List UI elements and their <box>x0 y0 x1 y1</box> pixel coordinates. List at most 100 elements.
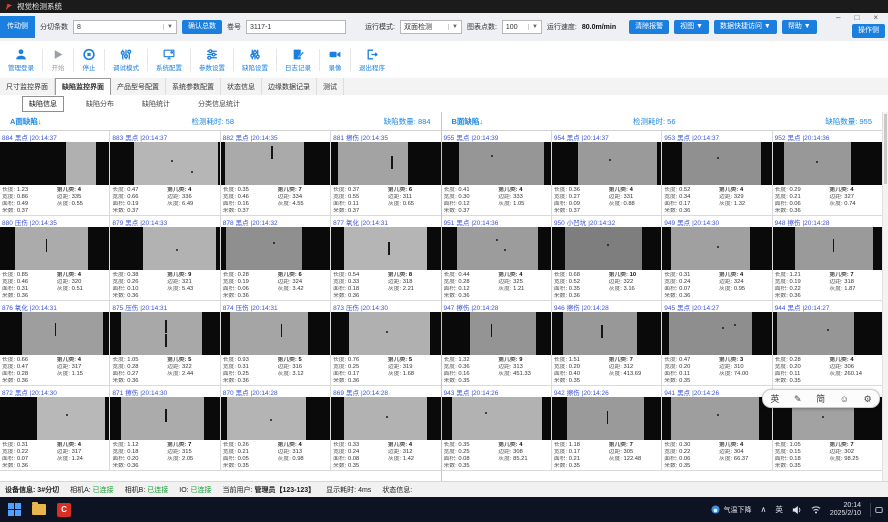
defect-cell[interactable]: 883黑点|20:14:37 长度: 0.47宽度: 0.66面积: 0.19米… <box>110 131 219 215</box>
defect-cell[interactable]: 875压伤|20:14:31 长度: 1.05宽度: 0.28面积: 0.27米… <box>110 301 219 385</box>
tab-6[interactable]: 测试 <box>317 78 344 95</box>
operator-side-button[interactable]: 操作侧 <box>852 24 885 38</box>
defect-thumbnail[interactable] <box>442 397 551 440</box>
defect-cell[interactable]: 877氧化|20:14:31 长度: 0.54宽度: 0.33面积: 0.18米… <box>331 216 440 300</box>
start-button[interactable] <box>5 501 23 519</box>
defect-thumbnail[interactable] <box>773 227 882 270</box>
action-play[interactable]: 开始 <box>43 48 73 72</box>
view-menu-button[interactable]: 视图 ▼ <box>674 20 709 34</box>
defect-cell[interactable]: 944黑点|20:14:27 长度: 0.28宽度: 0.20面积: 0.11米… <box>773 301 882 385</box>
ime-simplified-toggle[interactable]: 简 <box>816 394 825 404</box>
defect-thumbnail[interactable] <box>331 397 440 440</box>
defect-cell[interactable]: 943黑点|20:14:26 长度: 0.35宽度: 0.25面积: 0.08米… <box>442 386 551 470</box>
defect-thumbnail[interactable] <box>662 312 771 355</box>
defect-cell[interactable]: 882黑点|20:14:35 长度: 0.35宽度: 0.46面积: 0.16米… <box>221 131 330 215</box>
defect-cell[interactable]: 949黑点|20:14:30 长度: 0.31宽度: 0.24面积: 0.07米… <box>662 216 771 300</box>
ime-pen-icon[interactable]: ✎ <box>794 394 802 404</box>
action-system-config[interactable]: 系统配置 <box>148 48 190 72</box>
defect-thumbnail[interactable] <box>331 142 440 185</box>
defect-thumbnail[interactable] <box>331 227 440 270</box>
action-exit[interactable]: 退出程序 <box>351 48 393 72</box>
defect-cell[interactable]: 947擦伤|20:14:28 长度: 1.32宽度: 0.36面积: 0.16米… <box>442 301 551 385</box>
defect-thumbnail[interactable] <box>0 397 109 440</box>
action-user[interactable]: 管理登录 <box>0 48 42 72</box>
tray-expand-caret[interactable]: ∧ <box>760 505 766 514</box>
defect-cell[interactable]: 941黑点|20:14:26 长度: 0.30宽度: 0.22面积: 0.06米… <box>662 386 771 470</box>
minimize-button[interactable]: – <box>836 14 840 22</box>
close-button[interactable]: × <box>873 14 878 22</box>
defect-cell[interactable]: 954黑点|20:14:37 长度: 0.36宽度: 0.27面积: 0.09米… <box>552 131 661 215</box>
defect-thumbnail[interactable] <box>662 142 771 185</box>
strip-count-select[interactable]: 8 ▼ <box>73 20 177 34</box>
ime-settings-icon[interactable]: ⚙ <box>864 394 872 404</box>
action-debug[interactable]: 调试模式 <box>105 48 147 72</box>
defect-thumbnail[interactable] <box>552 397 661 440</box>
subtab-3[interactable]: 分类信息统计 <box>192 97 246 111</box>
defect-cell[interactable]: 950小凹坑|20:14:32 长度: 0.68宽度: 0.52面积: 0.35… <box>552 216 661 300</box>
defect-cell[interactable]: 873压伤|20:14:30 长度: 0.76宽度: 0.25面积: 0.17米… <box>331 301 440 385</box>
defect-cell[interactable]: 870黑点|20:14:28 长度: 0.26宽度: 0.21面积: 0.05米… <box>221 386 330 470</box>
defect-thumbnail[interactable] <box>110 227 219 270</box>
defect-thumbnail[interactable] <box>442 312 551 355</box>
defect-thumbnail[interactable] <box>442 227 551 270</box>
defect-thumbnail[interactable] <box>110 312 219 355</box>
maximize-button[interactable]: □ <box>854 14 859 22</box>
defect-thumbnail[interactable] <box>221 312 330 355</box>
weather-widget[interactable]: 气温下降 <box>711 505 751 515</box>
defect-cell[interactable]: 872黑点|20:14:30 长度: 0.31宽度: 0.22面积: 0.07米… <box>0 386 109 470</box>
defect-thumbnail[interactable] <box>552 312 661 355</box>
network-icon[interactable] <box>811 505 821 515</box>
defect-cell[interactable]: 952黑点|20:14:36 长度: 0.29宽度: 0.21面积: 0.06米… <box>773 131 882 215</box>
ime-emoji-icon[interactable]: ☺ <box>840 394 849 404</box>
roll-number-input[interactable]: 3117-1 <box>246 20 346 34</box>
defect-thumbnail[interactable] <box>331 312 440 355</box>
tab-3[interactable]: 系统参数配置 <box>166 78 221 95</box>
defect-cell[interactable]: 878黑点|20:14:32 长度: 0.28宽度: 0.19面积: 0.06米… <box>221 216 330 300</box>
quick-access-menu-button[interactable]: 数据快捷访问 ▼ <box>714 20 777 34</box>
defect-thumbnail[interactable] <box>773 312 882 355</box>
run-mode-select[interactable]: 双面检测 ▼ <box>400 20 462 34</box>
ime-language-indicator[interactable]: 英 <box>775 504 783 515</box>
action-stop[interactable]: 停止 <box>74 48 104 72</box>
defect-thumbnail[interactable] <box>662 227 771 270</box>
subtab-1[interactable]: 缺陷分布 <box>80 97 120 111</box>
defect-cell[interactable]: 884黑点|20:14:37 长度: 1.23宽度: 0.86面积: 0.49米… <box>0 131 109 215</box>
defect-cell[interactable]: 951黑点|20:14:36 长度: 0.44宽度: 0.28面积: 0.12米… <box>442 216 551 300</box>
tab-4[interactable]: 状态信息 <box>221 78 262 95</box>
tab-1[interactable]: 缺陷监控界面 <box>55 78 111 96</box>
defect-thumbnail[interactable] <box>221 397 330 440</box>
defect-thumbnail[interactable] <box>662 397 771 440</box>
chart-points-select[interactable]: 100 ▼ <box>502 20 542 34</box>
defect-thumbnail[interactable] <box>773 142 882 185</box>
defect-thumbnail[interactable] <box>221 227 330 270</box>
help-menu-button[interactable]: 帮助 ▼ <box>782 20 817 34</box>
defect-thumbnail[interactable] <box>110 397 219 440</box>
speaker-icon[interactable] <box>792 505 802 515</box>
defect-cell[interactable]: 874压伤|20:14:31 长度: 0.93宽度: 0.31面积: 0.25米… <box>221 301 330 385</box>
defect-cell[interactable]: 946擦伤|20:14:28 长度: 1.51宽度: 0.20面积: 0.40米… <box>552 301 661 385</box>
defect-thumbnail[interactable] <box>0 142 109 185</box>
clear-alarm-button[interactable]: 清除报警 <box>629 20 669 34</box>
defect-cell[interactable]: 945黑点|20:14:27 长度: 0.47宽度: 0.20面积: 0.11米… <box>662 301 771 385</box>
defect-thumbnail[interactable] <box>0 312 109 355</box>
file-explorer-button[interactable] <box>30 501 48 519</box>
tab-0[interactable]: 尺寸监控界面 <box>0 78 55 95</box>
defect-thumbnail[interactable] <box>0 227 109 270</box>
subtab-2[interactable]: 缺陷统计 <box>136 97 176 111</box>
defect-cell[interactable]: 869黑点|20:14:28 长度: 0.33宽度: 0.24面积: 0.08米… <box>331 386 440 470</box>
app-taskbar-button[interactable]: C <box>55 501 73 519</box>
action-defect-settings[interactable]: 缺陷设置 <box>234 48 276 72</box>
defect-cell[interactable]: 879黑点|20:14:33 长度: 0.38宽度: 0.26面积: 0.10米… <box>110 216 219 300</box>
taskbar-clock[interactable]: 20:14 2025/2/10 <box>830 502 861 518</box>
action-params[interactable]: 参数设置 <box>191 48 233 72</box>
action-record[interactable]: 录像 <box>320 48 350 72</box>
defect-thumbnail[interactable] <box>442 142 551 185</box>
defect-thumbnail[interactable] <box>110 142 219 185</box>
defect-cell[interactable]: 953黑点|20:14:37 长度: 0.52宽度: 0.34面积: 0.17米… <box>662 131 771 215</box>
vertical-scrollbar[interactable] <box>882 112 888 481</box>
defect-cell[interactable]: 876氧化|20:14:31 长度: 0.66宽度: 0.47面积: 0.28米… <box>0 301 109 385</box>
defect-thumbnail[interactable] <box>221 142 330 185</box>
defect-thumbnail[interactable] <box>552 227 661 270</box>
scrollbar-thumb[interactable] <box>884 114 887 184</box>
ime-lang-toggle[interactable]: 英 <box>770 394 779 404</box>
